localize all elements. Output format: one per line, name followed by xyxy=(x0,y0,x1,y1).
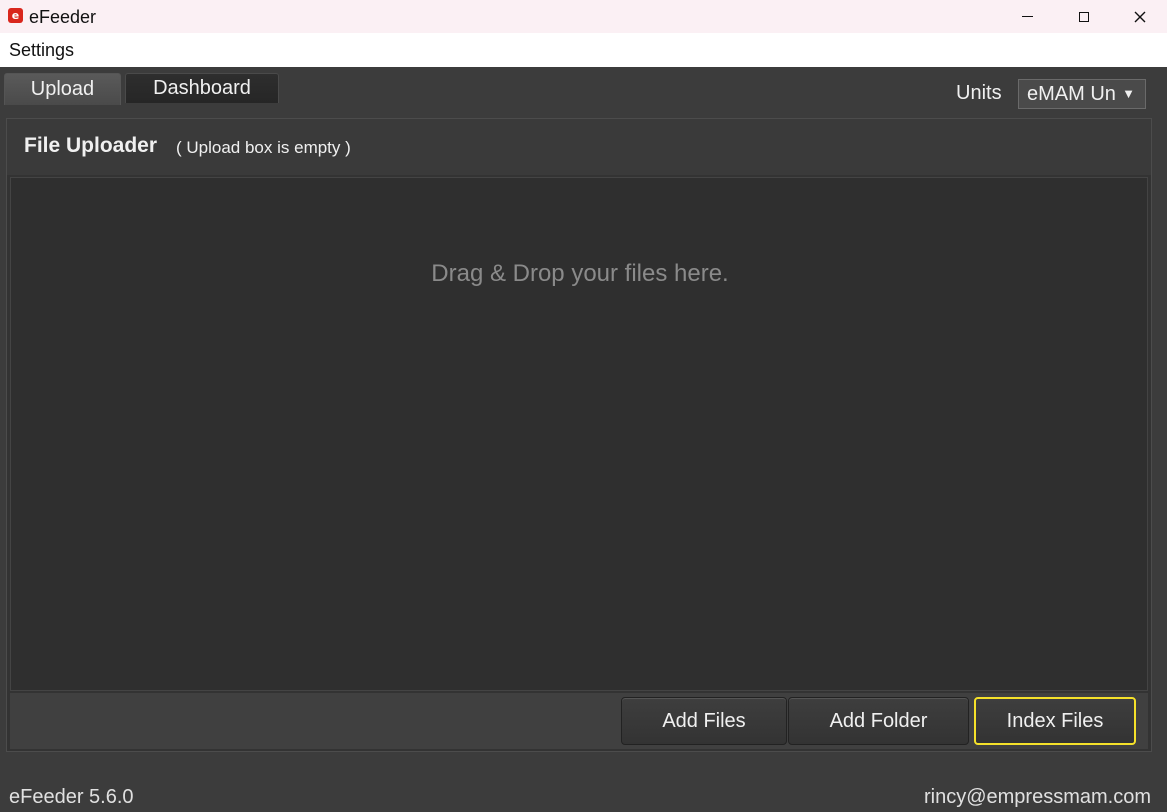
maximize-button[interactable] xyxy=(1061,0,1107,33)
maximize-icon xyxy=(1079,11,1089,22)
index-files-button[interactable]: Index Files xyxy=(974,697,1136,745)
app-version: eFeeder 5.6.0 xyxy=(9,786,134,808)
tab-upload[interactable]: Upload xyxy=(4,73,121,105)
title-bar: e eFeeder xyxy=(0,0,1167,33)
window-title: eFeeder xyxy=(29,7,97,27)
app-logo-letter: e xyxy=(11,9,20,22)
file-uploader-panel: File Uploader ( Upload box is empty ) Dr… xyxy=(6,118,1152,752)
add-folder-button[interactable]: Add Folder xyxy=(788,697,969,745)
menu-bar: Settings xyxy=(0,33,1167,67)
drop-zone[interactable]: Drag & Drop your files here. xyxy=(10,177,1148,691)
close-button[interactable] xyxy=(1117,0,1163,33)
menu-settings[interactable]: Settings xyxy=(9,40,74,61)
dropdown-arrow-icon: ▼ xyxy=(1122,86,1135,101)
add-files-button[interactable]: Add Files xyxy=(621,697,787,745)
drop-zone-hint: Drag & Drop your files here. xyxy=(431,260,729,287)
user-email: rincy@empressmam.com xyxy=(923,786,1151,808)
panel-title: File Uploader xyxy=(24,134,158,157)
units-label: Units xyxy=(956,82,1002,104)
upload-status: ( Upload box is empty ) xyxy=(176,138,351,157)
app-logo-icon: e xyxy=(8,8,23,23)
panel-header: File Uploader ( Upload box is empty ) xyxy=(7,119,1151,175)
close-icon xyxy=(1134,11,1146,22)
minimize-button[interactable] xyxy=(1004,0,1050,33)
units-select[interactable]: eMAM Un ▼ xyxy=(1018,79,1146,109)
minimize-icon xyxy=(1021,15,1033,18)
units-selected-value: eMAM Un xyxy=(1027,82,1116,105)
tab-dashboard[interactable]: Dashboard xyxy=(125,73,279,103)
